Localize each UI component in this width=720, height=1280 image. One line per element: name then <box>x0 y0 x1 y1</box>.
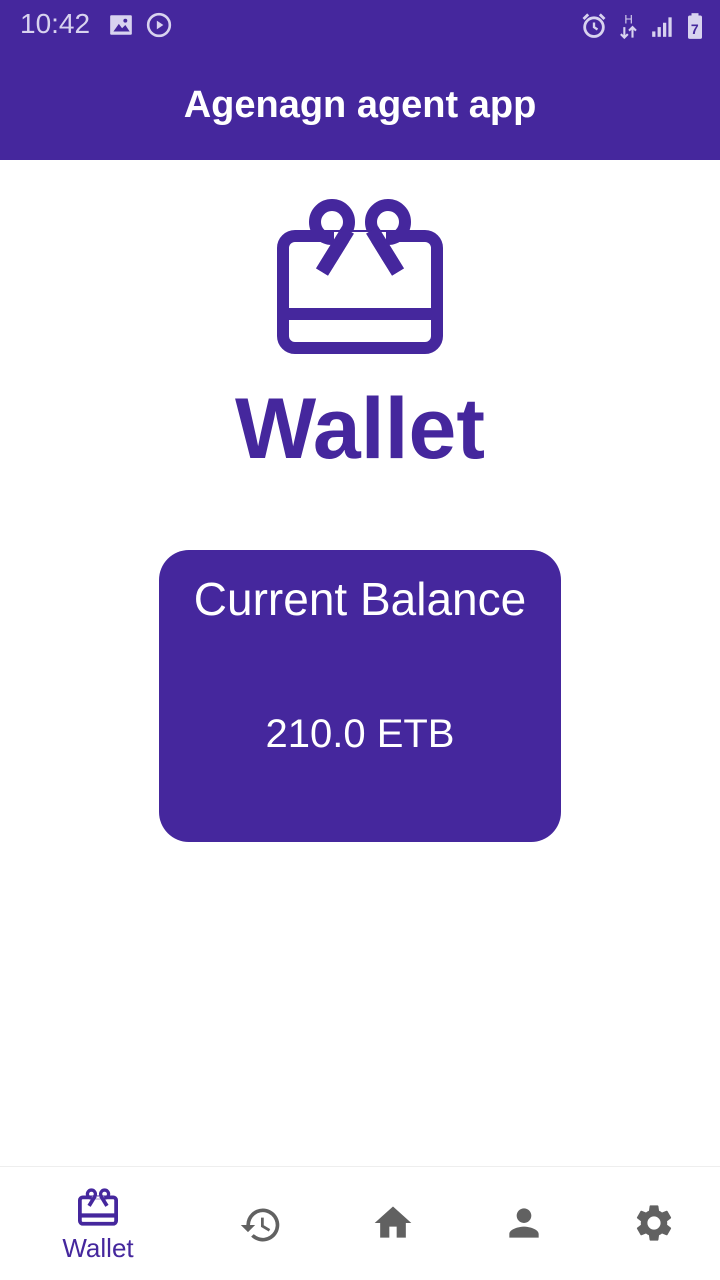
history-icon <box>240 1208 280 1242</box>
network-type-label: H <box>624 14 632 27</box>
nav-item-profile[interactable] <box>460 1167 588 1280</box>
home-icon <box>374 1206 412 1238</box>
screen: 10:42 H 7 Agenagn agent app Wallet Curre… <box>0 0 720 1280</box>
balance-label: Current Balance <box>193 573 527 625</box>
nav-item-history[interactable] <box>196 1167 326 1280</box>
nav-label-wallet: Wallet <box>62 1233 134 1263</box>
nav-item-home[interactable] <box>326 1167 460 1280</box>
data-arrows-icon: H <box>618 12 640 45</box>
status-right-icons: H 7 <box>580 12 704 45</box>
balance-card: Current Balance 210.0 ETB <box>159 550 561 842</box>
alarm-icon <box>580 12 608 45</box>
status-time: 10:42 <box>20 8 91 39</box>
balance-value: 210.0 ETB <box>265 712 455 756</box>
nav-item-settings[interactable] <box>588 1167 720 1280</box>
person-icon <box>509 1208 539 1238</box>
app-bar: Agenagn agent app <box>0 50 720 160</box>
status-bar: 10:42 H 7 <box>0 0 720 50</box>
app-title: Agenagn agent app <box>183 84 537 126</box>
image-icon <box>108 12 134 43</box>
bottom-navigation: Wallet <box>0 1166 720 1280</box>
battery-level: 7 <box>691 21 699 37</box>
wallet-gift-icon <box>78 1188 118 1226</box>
settings-icon <box>636 1205 672 1241</box>
page-heading: Wallet <box>234 381 486 477</box>
nav-item-wallet[interactable]: Wallet <box>0 1167 196 1280</box>
battery-icon: 7 <box>686 12 704 45</box>
status-left-icons <box>108 12 172 43</box>
play-circle-icon <box>146 12 172 43</box>
wallet-gift-icon <box>272 192 448 362</box>
signal-icon <box>650 13 676 44</box>
